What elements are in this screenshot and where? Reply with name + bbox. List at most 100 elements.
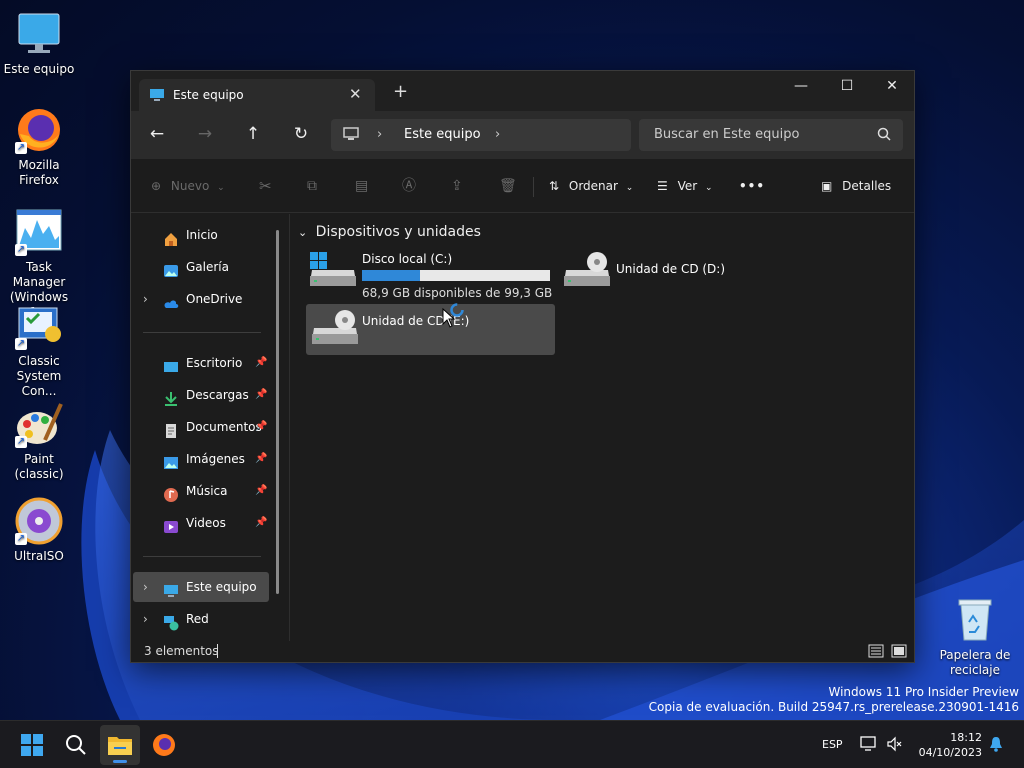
sidebar-item-inicio[interactable]: Inicio xyxy=(133,220,269,250)
maximize-button[interactable]: ☐ xyxy=(824,71,870,103)
recycle-bin-icon xyxy=(951,596,999,644)
drive-usage-fill xyxy=(362,270,420,281)
sidebar-item-label: Escritorio xyxy=(186,356,243,370)
chevron-down-icon: ⌄ xyxy=(625,183,634,193)
sidebar-item-musica[interactable]: Música 📌 xyxy=(133,476,269,506)
new-tab-button[interactable]: + xyxy=(393,83,408,101)
drive-c[interactable]: Disco local (C:) 68,9 GB disponibles de … xyxy=(306,248,556,300)
up-arrow-icon[interactable]: ↑ xyxy=(241,123,265,147)
firefox-icon xyxy=(153,734,175,756)
file-explorer-window: Este equipo ✕ + — ☐ ✕ ← → ↑ ↻ › Este equ… xyxy=(130,70,915,663)
details-view-icon[interactable] xyxy=(868,643,884,662)
group-header[interactable]: ⌄ Dispositivos y unidades xyxy=(298,224,481,240)
chevron-right-icon: › xyxy=(377,127,383,142)
sidebar-item-galeria[interactable]: Galería xyxy=(133,252,269,282)
pin-icon[interactable]: 📌 xyxy=(255,380,267,410)
drive-e[interactable]: Unidad de CD (E:) xyxy=(306,303,555,355)
desktop-icon-este-equipo[interactable]: Este equipo xyxy=(0,10,78,77)
sidebar-scrollbar[interactable] xyxy=(276,230,279,594)
more-options-button[interactable]: ••• xyxy=(739,175,765,197)
breadcrumb[interactable]: Este equipo xyxy=(404,127,481,142)
taskbar: ESP 18:12 04/10/2023 xyxy=(0,720,1024,768)
navigation-pane: Inicio Galería › OneDrive Escritorio 📌 D… xyxy=(131,214,289,641)
paste-icon[interactable]: ▤ xyxy=(355,175,368,197)
rename-icon[interactable]: Ⓐ xyxy=(402,175,416,197)
cd-drive-icon xyxy=(564,252,610,291)
pin-icon[interactable]: 📌 xyxy=(255,444,267,474)
plus-circle-icon: ⊕ xyxy=(151,179,162,193)
sidebar-item-onedrive[interactable]: › OneDrive xyxy=(133,284,269,314)
control-panel-icon: ↗ xyxy=(15,302,63,350)
sidebar-item-documentos[interactable]: Documentos 📌 xyxy=(133,412,269,442)
desktop-icon-paint[interactable]: ↗ Paint (classic) xyxy=(0,400,78,482)
new-button[interactable]: ⊕ Nuevo ⌄ xyxy=(151,175,225,197)
search-icon xyxy=(66,735,86,755)
refresh-icon[interactable]: ↻ xyxy=(289,123,313,147)
sidebar-item-escritorio[interactable]: Escritorio 📌 xyxy=(133,348,269,378)
pin-icon[interactable]: 📌 xyxy=(255,508,267,538)
details-button[interactable]: ▣ Detalles xyxy=(821,175,891,197)
clock[interactable]: 18:12 04/10/2023 xyxy=(918,730,982,760)
pin-icon[interactable]: 📌 xyxy=(255,412,267,442)
navigation-bar: ← → ↑ ↻ › Este equipo › Buscar en Este e… xyxy=(131,111,914,159)
sidebar-item-red[interactable]: › Red xyxy=(133,604,269,634)
sort-button[interactable]: ⇅ Ordenar ⌄ xyxy=(549,175,633,197)
sidebar-item-imagenes[interactable]: Imágenes 📌 xyxy=(133,444,269,474)
shortcut-arrow-icon: ↗ xyxy=(15,244,27,256)
shortcut-arrow-icon: ↗ xyxy=(15,436,27,448)
volume-muted-icon[interactable] xyxy=(886,736,902,755)
close-button[interactable]: ✕ xyxy=(869,71,915,103)
close-tab-icon[interactable]: ✕ xyxy=(349,85,362,103)
sidebar-item-videos[interactable]: Videos 📌 xyxy=(133,508,269,538)
chevron-right-icon[interactable]: › xyxy=(143,284,148,314)
forward-arrow-icon[interactable]: → xyxy=(193,123,217,147)
desktop-icon-firefox[interactable]: ↗ Mozilla Firefox xyxy=(0,106,78,188)
pin-icon[interactable]: 📌 xyxy=(255,348,267,378)
input-language[interactable]: ESP xyxy=(822,738,843,751)
chevron-right-icon[interactable]: › xyxy=(143,604,148,634)
start-button[interactable] xyxy=(12,725,52,765)
sidebar-item-descargas[interactable]: Descargas 📌 xyxy=(133,380,269,410)
network-tray-icon[interactable] xyxy=(860,736,878,755)
back-arrow-icon[interactable]: ← xyxy=(145,123,169,147)
sidebar-item-este-equipo[interactable]: › Este equipo xyxy=(133,572,269,602)
command-bar: ⊕ Nuevo ⌄ ✂ ⧉ ▤ Ⓐ ⇪ 🗑 ⇅ Ordenar ⌄ ☰ Ver … xyxy=(131,159,914,213)
share-icon[interactable]: ⇪ xyxy=(451,175,463,197)
view-button[interactable]: ☰ Ver ⌄ xyxy=(657,175,713,197)
file-explorer-button[interactable] xyxy=(100,725,140,765)
copy-icon[interactable]: ⧉ xyxy=(307,175,317,197)
search-button[interactable] xyxy=(56,725,96,765)
minimize-button[interactable]: — xyxy=(778,71,824,103)
item-count: 3 elementos xyxy=(144,644,219,658)
address-bar[interactable]: › Este equipo › xyxy=(331,119,631,151)
pictures-icon xyxy=(163,452,179,469)
firefox-icon: ↗ xyxy=(15,106,63,154)
task-manager-icon: ↗ xyxy=(15,208,63,256)
desktop-icon-recycle-bin[interactable]: Papelera de reciclaje xyxy=(936,596,1014,678)
tab-este-equipo[interactable]: Este equipo ✕ xyxy=(139,79,375,111)
chevron-down-icon: ⌄ xyxy=(705,183,713,193)
desktop-icon-control-panel[interactable]: ↗ Classic System Con... xyxy=(0,302,78,399)
chevron-right-icon[interactable]: › xyxy=(495,127,500,142)
drive-d[interactable]: Unidad de CD (D:) xyxy=(560,248,810,298)
chevron-right-icon[interactable]: › xyxy=(143,572,148,602)
hard-drive-icon xyxy=(310,252,356,291)
search-input[interactable]: Buscar en Este equipo xyxy=(639,119,903,151)
desktop-folder-icon xyxy=(163,356,179,372)
firefox-button[interactable] xyxy=(144,725,184,765)
sidebar-item-label: Galería xyxy=(186,260,229,274)
videos-icon xyxy=(163,516,179,533)
desktop-icon-label: Paint (classic) xyxy=(14,452,64,481)
sidebar-divider xyxy=(143,556,261,557)
sidebar-item-label: Descargas xyxy=(186,388,249,402)
evaluation-watermark-line1: Windows 11 Pro Insider Preview xyxy=(828,685,1019,699)
delete-icon[interactable]: 🗑 xyxy=(499,175,517,197)
clock-time: 18:12 xyxy=(950,731,982,744)
pin-icon[interactable]: 📌 xyxy=(255,476,267,506)
shortcut-arrow-icon: ↗ xyxy=(15,142,27,154)
notification-bell-icon[interactable] xyxy=(988,736,1004,755)
desktop-icon-label: Papelera de reciclaje xyxy=(939,648,1011,677)
desktop-icon-ultraiso[interactable]: ↗ UltraISO xyxy=(0,497,78,564)
tiles-view-icon[interactable] xyxy=(891,643,907,662)
cut-icon[interactable]: ✂ xyxy=(259,175,272,197)
